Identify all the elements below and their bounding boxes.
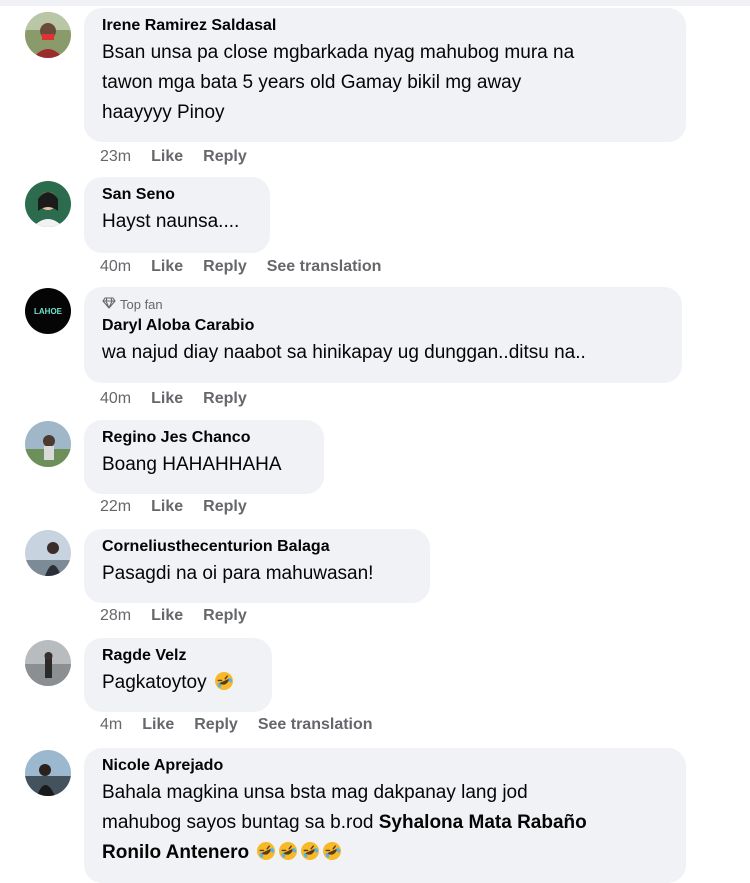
rolling-laughing-emoji-icon bbox=[278, 841, 298, 861]
comment-bubble: Irene Ramirez Saldasal Bsan unsa pa clos… bbox=[84, 8, 686, 142]
comment-time[interactable]: 23m bbox=[100, 148, 131, 166]
top-fan-badge: Top fan bbox=[102, 297, 664, 313]
badge-label: Top fan bbox=[120, 297, 163, 312]
comment-bubble: Regino Jes Chanco Boang HAHAHHAHA bbox=[84, 420, 324, 494]
rolling-laughing-emoji-icon bbox=[300, 841, 320, 861]
comment-author[interactable]: Nicole Aprejado bbox=[102, 756, 668, 776]
avatar-text: LAHOE bbox=[34, 307, 63, 316]
comment-time[interactable]: 40m bbox=[100, 390, 131, 408]
avatar[interactable]: LAHOE bbox=[25, 288, 71, 334]
avatar[interactable] bbox=[25, 530, 71, 576]
comment-time[interactable]: 4m bbox=[100, 716, 122, 734]
comment-text-line: Ronilo Antenero bbox=[102, 838, 668, 868]
comment-text-line: Pagkatoytoy bbox=[102, 668, 254, 698]
reply-button[interactable]: Reply bbox=[203, 258, 247, 276]
like-button[interactable]: Like bbox=[142, 716, 174, 734]
mention-link[interactable]: Ronilo Antenero bbox=[102, 842, 249, 863]
comment-author[interactable]: Daryl Aloba Carabio bbox=[102, 316, 664, 336]
comment-actions: 23m Like Reply bbox=[100, 148, 267, 166]
comment-text-line: Bsan unsa pa close mgbarkada nyag mahubo… bbox=[102, 42, 575, 63]
comment-time[interactable]: 40m bbox=[100, 258, 131, 276]
comment-author[interactable]: Ragde Velz bbox=[102, 646, 254, 666]
rolling-laughing-emoji-icon bbox=[322, 841, 342, 861]
rolling-laughing-emoji-icon bbox=[214, 671, 234, 691]
like-button[interactable]: Like bbox=[151, 607, 183, 625]
comment-bubble: Corneliusthecenturion Balaga Pasagdi na … bbox=[84, 529, 430, 603]
mention-link[interactable]: Syhalona Mata Rabaño bbox=[379, 812, 587, 833]
reply-button[interactable]: Reply bbox=[194, 716, 238, 734]
comment-bubble: Nicole Aprejado Bahala magkina unsa bsta… bbox=[84, 748, 686, 883]
diamond-icon bbox=[102, 297, 116, 313]
comment-text-line: Boang HAHAHHAHA bbox=[102, 454, 282, 475]
reply-button[interactable]: Reply bbox=[203, 498, 247, 516]
comment-bubble: Ragde Velz Pagkatoytoy bbox=[84, 638, 272, 712]
comment-text: Pagkatoytoy bbox=[102, 672, 207, 693]
comment-text-line: Bahala magkina unsa bsta mag dakpanay la… bbox=[102, 782, 528, 803]
reply-button[interactable]: Reply bbox=[203, 390, 247, 408]
reply-button[interactable]: Reply bbox=[203, 607, 247, 625]
comment-time[interactable]: 22m bbox=[100, 498, 131, 516]
comment-author[interactable]: Corneliusthecenturion Balaga bbox=[102, 537, 412, 557]
comment-text-line: tawon mga bata 5 years old Gamay bikil m… bbox=[102, 72, 522, 93]
comment-text: mahubog sayos buntag sa b.rod bbox=[102, 812, 374, 833]
comment-text-line: mahubog sayos buntag sa b.rod Syhalona M… bbox=[102, 808, 668, 838]
avatar[interactable] bbox=[25, 750, 71, 796]
avatar[interactable] bbox=[25, 12, 71, 58]
comment-text-line: Pasagdi na oi para mahuwasan! bbox=[102, 563, 374, 584]
like-button[interactable]: Like bbox=[151, 498, 183, 516]
rolling-laughing-emoji-icon bbox=[256, 841, 276, 861]
comment-text-line: wa najud diay naabot sa hinikapay ug dun… bbox=[102, 342, 586, 363]
like-button[interactable]: Like bbox=[151, 390, 183, 408]
comment-actions: 22m Like Reply bbox=[100, 498, 267, 516]
comment-time[interactable]: 28m bbox=[100, 607, 131, 625]
comment-author[interactable]: Irene Ramirez Saldasal bbox=[102, 16, 668, 36]
reply-button[interactable]: Reply bbox=[203, 148, 247, 166]
comment-author[interactable]: San Seno bbox=[102, 185, 252, 205]
comment-author[interactable]: Regino Jes Chanco bbox=[102, 428, 306, 448]
comment-actions: 28m Like Reply bbox=[100, 607, 267, 625]
comment-actions: 40m Like Reply bbox=[100, 390, 267, 408]
comment-actions: 40m Like Reply See translation bbox=[100, 258, 401, 276]
avatar[interactable] bbox=[25, 421, 71, 467]
like-button[interactable]: Like bbox=[151, 258, 183, 276]
comment-text-line: haayyyy Pinoy bbox=[102, 102, 225, 123]
avatar[interactable] bbox=[25, 640, 71, 686]
see-translation-link[interactable]: See translation bbox=[267, 258, 382, 276]
top-edge bbox=[0, 0, 750, 6]
comment-actions: 4m Like Reply See translation bbox=[100, 716, 393, 734]
comment-text-line: Hayst naunsa.... bbox=[102, 211, 240, 232]
comment-bubble: San Seno Hayst naunsa.... bbox=[84, 177, 270, 253]
comment-bubble: Top fan Daryl Aloba Carabio wa najud dia… bbox=[84, 287, 682, 383]
avatar[interactable] bbox=[25, 181, 71, 227]
like-button[interactable]: Like bbox=[151, 148, 183, 166]
see-translation-link[interactable]: See translation bbox=[258, 716, 373, 734]
